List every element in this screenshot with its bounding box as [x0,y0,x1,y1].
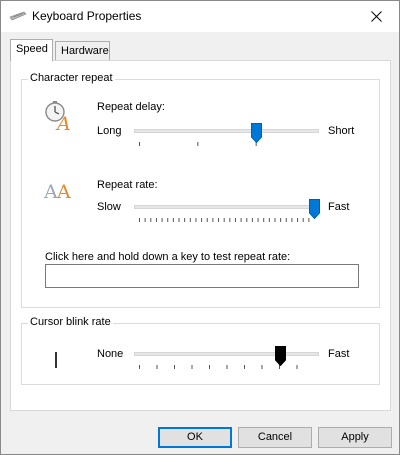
test-repeat-input[interactable] [45,264,359,288]
repeat-delay-max-label: Short [328,125,355,137]
repeat-rate-letters-icon: A A [44,181,71,202]
cursor-blink-min-label: None [97,348,124,360]
keyboard-icon [9,11,27,21]
cursor-blink-ticks [139,365,298,369]
svg-text:A: A [56,181,71,202]
cursor-blink-max-label: Fast [328,348,350,360]
repeat-delay-ticks [139,142,257,146]
character-repeat-group-label: Character repeat [28,72,115,84]
repeat-delay-label: Repeat delay: [97,101,165,113]
repeat-delay-slider[interactable] [134,120,319,150]
repeat-delay-min-label: Long [97,125,122,137]
repeat-delay-track[interactable] [134,129,319,133]
repeat-rate-min-label: Slow [97,201,121,213]
repeat-rate-max-label: Fast [328,201,350,213]
window-title: Keyboard Properties [32,9,142,23]
speed-tab-panel: Character repeat A Repeat delay: Long Sh… [10,60,391,411]
repeat-rate-ticks [139,218,310,222]
tab-hardware[interactable]: Hardware [55,41,110,61]
character-repeat-group: Character repeat A Repeat delay: Long Sh… [21,72,380,308]
repeat-rate-slider[interactable] [134,196,320,226]
cursor-blink-track[interactable] [134,352,319,356]
apply-button[interactable]: Apply [318,427,392,448]
cancel-button[interactable]: Cancel [238,427,312,448]
repeat-delay-thumb[interactable] [250,123,262,143]
cursor-blink-group: Cursor blink rate None Fast [21,316,380,385]
repeat-delay-clock-icon: A [45,101,71,132]
close-icon [370,11,382,22]
test-repeat-label: Click here and hold down a key to test r… [45,251,291,263]
cursor-bar-icon [55,352,57,368]
cursor-blink-group-label: Cursor blink rate [28,316,113,328]
cursor-blink-thumb[interactable] [275,346,287,366]
close-button[interactable] [353,1,399,32]
repeat-rate-track[interactable] [134,205,319,209]
tab-speed[interactable]: Speed [10,39,53,61]
svg-text:A: A [55,113,71,132]
repeat-rate-thumb[interactable] [308,199,320,219]
ok-button[interactable]: OK [158,427,232,448]
title-bar[interactable]: Keyboard Properties [1,1,399,32]
svg-text:A: A [44,181,58,202]
repeat-rate-label: Repeat rate: [97,179,158,191]
keyboard-properties-dialog: Keyboard Properties Speed Hardware Chara… [0,0,400,455]
cursor-blink-slider[interactable] [134,343,319,373]
